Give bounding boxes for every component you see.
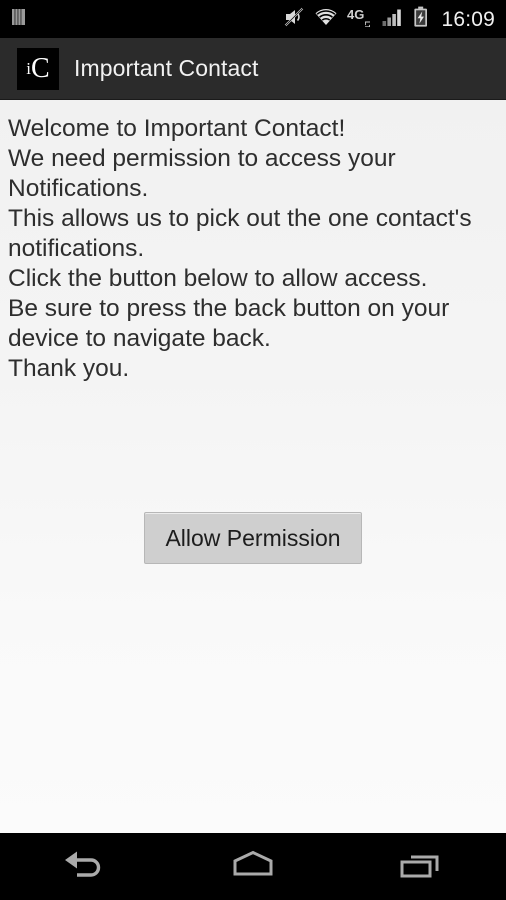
volume-off-icon [283,6,305,33]
signal-bars-icon [382,7,404,32]
back-icon [57,847,111,886]
svg-text:4G: 4G [347,7,364,22]
welcome-line: Be sure to press the back button on your [8,295,450,322]
allow-permission-button[interactable]: Allow Permission [144,512,362,564]
svg-text:LTE: LTE [363,21,370,27]
status-bar-notifications [0,7,27,32]
welcome-message: Welcome to Important Contact! We need pe… [0,100,506,384]
welcome-line: notifications. [8,235,145,262]
nav-home-button[interactable] [169,833,338,900]
welcome-line: Thank you. [8,355,130,382]
status-bar: 4G LTE 16:09 [0,0,506,38]
welcome-line: Welcome to Important Contact! [8,115,346,142]
app-title: Important Contact [74,55,259,81]
welcome-line: This allows us to pick out the one conta… [8,205,472,232]
recents-icon [395,847,449,886]
welcome-line: device to navigate back. [8,325,271,352]
phone-screen: 4G LTE 16:09 [0,0,506,900]
content-area: Welcome to Important Contact! We need pe… [0,100,506,833]
navigation-bar [0,833,506,900]
app-logo-icon: iC [17,47,59,90]
notification-bars-icon [10,7,27,32]
wifi-icon [314,7,338,32]
app-bar: iC Important Contact [0,38,506,100]
battery-charging-icon [413,6,430,33]
lte-4g-icon: 4G LTE [347,7,373,34]
app-logo-letter-c: C [31,52,50,84]
nav-back-button[interactable] [0,833,169,900]
welcome-line: Click the button below to allow access. [8,265,428,292]
status-bar-icons: 4G LTE 16:09 [283,6,506,34]
welcome-line: Notifications. [8,175,149,202]
nav-recents-button[interactable] [337,833,506,900]
status-bar-clock: 16:09 [441,7,495,31]
home-icon [226,847,280,886]
welcome-line: We need permission to access your [8,145,396,172]
